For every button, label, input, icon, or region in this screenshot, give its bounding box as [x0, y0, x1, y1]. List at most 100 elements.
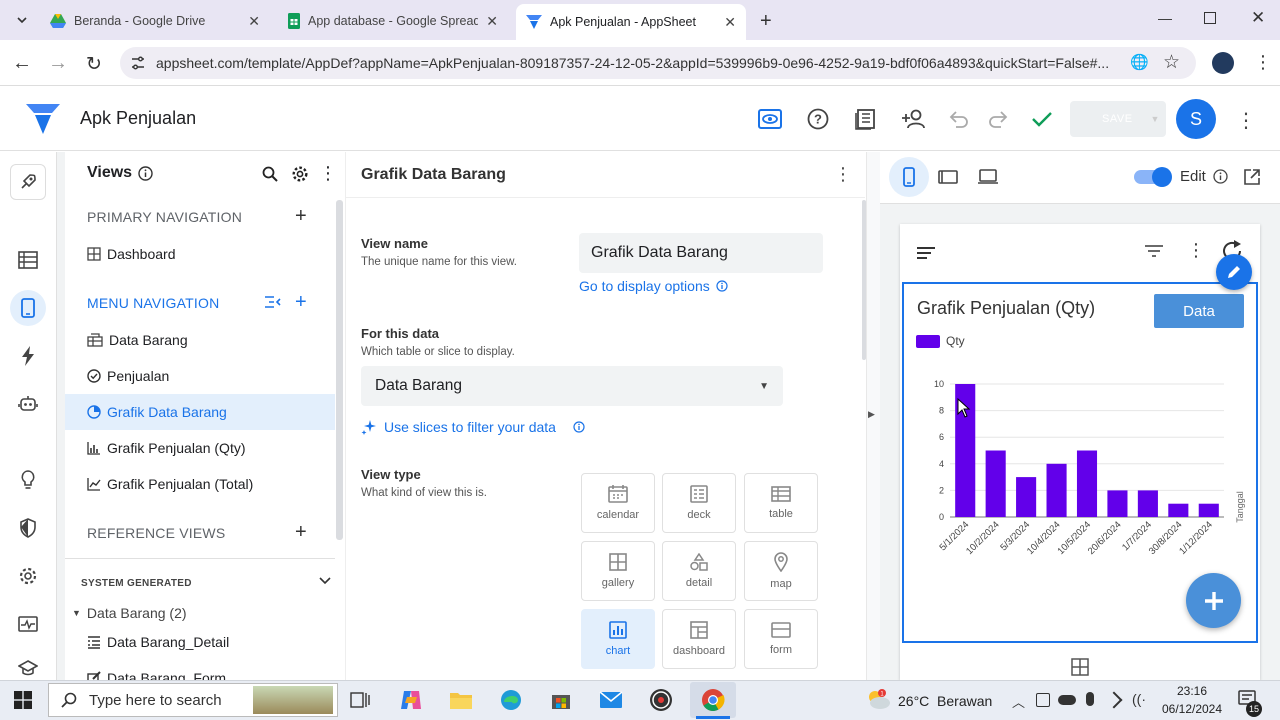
weather-icon[interactable]: 1 [864, 688, 892, 710]
desktop-preview-icon[interactable] [978, 169, 998, 185]
edit-pencil-button[interactable] [1216, 254, 1252, 290]
view-item-data-barang-form[interactable]: Data Barang_Form [65, 660, 335, 680]
display-options-link[interactable]: Go to display options [579, 278, 728, 294]
view-name-input[interactable]: Grafik Data Barang [579, 233, 823, 273]
tab-search-chevron-icon[interactable] [8, 8, 36, 32]
microphone-icon[interactable] [1086, 692, 1094, 706]
translate-icon[interactable]: 🌐 [1130, 53, 1149, 71]
taskbar-search[interactable]: Type here to search [48, 683, 338, 717]
editor-more-icon[interactable]: ⋮ [834, 164, 852, 185]
add-menu-view-icon[interactable]: + [295, 291, 307, 314]
file-explorer-icon[interactable] [445, 684, 477, 716]
back-icon[interactable]: ← [12, 52, 32, 75]
task-view-icon[interactable] [344, 684, 376, 716]
documentation-icon[interactable] [852, 105, 880, 133]
view-item-grafik-penjualan-total[interactable]: Grafik Penjualan (Total) [65, 466, 335, 502]
views-more-icon[interactable]: ⋮ [319, 163, 337, 184]
preview-more-icon[interactable]: ⋮ [1187, 240, 1205, 261]
view-type-deck[interactable]: deck [662, 473, 736, 533]
tray-device-icon[interactable] [1036, 693, 1050, 707]
tray-chevron-icon[interactable]: ︿ [1012, 692, 1025, 711]
share-add-user-icon[interactable] [900, 105, 928, 133]
clock-time[interactable]: 23:16 [1158, 684, 1226, 698]
hamburger-menu-icon[interactable] [916, 246, 936, 260]
close-tab-icon[interactable]: ✕ [248, 13, 260, 30]
mail-icon[interactable] [595, 684, 627, 716]
system-group-data-barang[interactable]: ▼ Data Barang (2) [72, 605, 187, 621]
bottom-nav-grid-icon[interactable] [1071, 658, 1089, 676]
add-primary-view-icon[interactable]: + [295, 205, 307, 228]
collapse-chevron-icon[interactable] [319, 576, 331, 586]
view-item-dashboard[interactable]: Dashboard [65, 236, 335, 272]
view-item-grafik-penjualan-qty[interactable]: Grafik Penjualan (Qty) [65, 430, 335, 466]
views-scrollbar[interactable] [336, 200, 343, 540]
security-shield-icon[interactable] [10, 510, 46, 546]
views-settings-gear-icon[interactable] [291, 165, 309, 183]
checkmark-icon[interactable] [1028, 105, 1056, 133]
rocket-icon[interactable] [10, 164, 46, 200]
copilot-icon[interactable] [395, 684, 427, 716]
expand-arrow-icon[interactable]: ▶ [868, 409, 875, 420]
app-menu-icon[interactable]: ⋮ [1236, 108, 1256, 133]
profile-avatar[interactable] [1212, 52, 1234, 74]
restore-icon[interactable] [1204, 12, 1216, 24]
close-tab-icon[interactable]: ✕ [486, 13, 498, 30]
new-tab-icon[interactable]: + [760, 10, 772, 33]
appsheet-logo-icon[interactable] [26, 104, 60, 134]
undo-icon[interactable] [945, 105, 973, 133]
learn-cap-icon[interactable] [10, 656, 46, 680]
microsoft-store-icon[interactable] [545, 684, 577, 716]
preview-eye-icon[interactable] [756, 105, 784, 133]
site-info-icon[interactable] [130, 55, 146, 71]
save-dropdown-icon[interactable]: ▼ [1151, 114, 1160, 124]
tab-google-sheets[interactable]: App database - Google Spread ✕ [278, 6, 508, 36]
clock-date[interactable]: 06/12/2024 [1152, 702, 1232, 716]
view-type-detail[interactable]: detail [662, 541, 736, 601]
view-type-calendar[interactable]: calendar [581, 473, 655, 533]
view-item-data-barang-detail[interactable]: Data Barang_Detail [65, 624, 335, 660]
user-avatar[interactable]: S [1176, 99, 1216, 139]
data-button[interactable]: Data [1154, 294, 1244, 328]
add-fab-button[interactable] [1186, 573, 1241, 628]
bookmark-star-icon[interactable]: ☆ [1163, 51, 1180, 74]
tab-google-drive[interactable]: Beranda - Google Drive ✕ [40, 6, 270, 36]
view-type-chart[interactable]: chart [581, 609, 655, 669]
view-type-map[interactable]: map [744, 541, 818, 601]
search-icon[interactable] [262, 166, 278, 182]
redo-icon[interactable] [984, 105, 1012, 133]
close-tab-icon[interactable]: ✕ [724, 14, 736, 31]
obs-recorder-icon[interactable] [645, 684, 677, 716]
view-type-dashboard[interactable]: dashboard [662, 609, 736, 669]
edge-browser-icon[interactable] [495, 684, 527, 716]
minimize-icon[interactable]: — [1158, 10, 1172, 26]
use-slices-link[interactable]: Use slices to filter your data [361, 419, 585, 435]
tablet-preview-icon[interactable] [938, 169, 958, 185]
url-field[interactable]: appsheet.com/template/AppDef?appName=Apk… [120, 47, 1196, 79]
add-reference-view-icon[interactable]: + [295, 521, 307, 544]
info-icon[interactable] [1213, 169, 1228, 184]
reorder-menu-icon[interactable] [264, 295, 282, 309]
windows-start-icon[interactable] [14, 691, 32, 709]
filter-icon[interactable] [1144, 244, 1164, 258]
network-icon[interactable]: ((· [1132, 691, 1146, 707]
open-external-icon[interactable] [1243, 168, 1261, 186]
data-table-icon[interactable] [10, 242, 46, 278]
save-button[interactable]: SAVE ▼ [1070, 101, 1166, 137]
view-item-grafik-data-barang[interactable]: Grafik Data Barang [65, 394, 335, 430]
reload-icon[interactable]: ↻ [86, 53, 102, 76]
actions-lightning-icon[interactable] [10, 338, 46, 374]
view-type-form[interactable]: form [744, 609, 818, 669]
onedrive-cloud-icon[interactable] [1058, 695, 1076, 705]
mobile-preview-icon[interactable] [889, 157, 929, 197]
view-type-gallery[interactable]: gallery [581, 541, 655, 601]
edit-toggle[interactable] [1134, 167, 1172, 187]
automation-bot-icon[interactable] [10, 386, 46, 422]
close-window-icon[interactable]: ✕ [1251, 8, 1265, 28]
info-icon[interactable] [138, 165, 153, 181]
forward-icon[interactable]: → [48, 52, 68, 75]
tab-appsheet[interactable]: Apk Penjualan - AppSheet ✕ [516, 4, 746, 40]
chrome-taskbar-icon[interactable] [690, 682, 736, 718]
for-data-select[interactable]: Data Barang ▼ [361, 366, 783, 406]
views-phone-icon[interactable] [10, 290, 46, 326]
settings-gear-icon[interactable] [10, 558, 46, 594]
